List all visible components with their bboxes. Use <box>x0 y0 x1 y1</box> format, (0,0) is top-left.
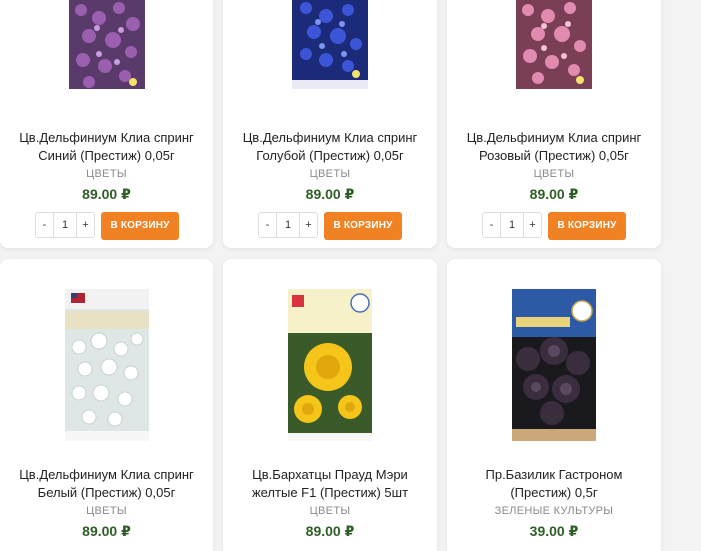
product-image[interactable] <box>292 0 368 89</box>
product-card: Цв.Дельфиниум Клиа спринг Розовый (Прест… <box>447 0 661 248</box>
product-title[interactable]: Цв.Дельфиниум Клиа спринг Голубой (Прест… <box>231 129 429 165</box>
product-title[interactable]: Цв.Дельфиниум Клиа спринг Розовый (Прест… <box>455 129 653 165</box>
product-card: Пр.Базилик Гастроном (Престиж) 0,5г ЗЕЛЕ… <box>447 259 661 551</box>
product-title[interactable]: Цв.Дельфиниум Клиа спринг Белый (Престиж… <box>8 466 205 502</box>
product-category[interactable]: ЗЕЛЕНЫЕ КУЛЬТУРЫ <box>447 505 661 517</box>
product-image[interactable] <box>68 0 145 89</box>
product-category[interactable]: ЦВЕТЫ <box>223 505 437 517</box>
product-price: 89.00 ₽ <box>305 523 355 539</box>
quantity-stepper: - 1 + <box>258 212 318 238</box>
increment-button[interactable]: + <box>77 213 94 237</box>
product-price: 89.00 ₽ <box>82 523 131 539</box>
product-price: 89.00 ₽ <box>82 186 131 202</box>
product-price: 39.00 ₽ <box>529 523 579 539</box>
product-title[interactable]: Цв.Бархатцы Прауд Мэри желтые F1 (Прести… <box>231 466 429 502</box>
add-to-cart-button[interactable]: В КОРЗИНУ <box>324 212 402 240</box>
quantity-input[interactable]: 1 <box>276 213 300 237</box>
product-image[interactable] <box>512 289 596 441</box>
product-card: Цв.Дельфиниум Клиа спринг Синий (Престиж… <box>0 0 213 248</box>
decrement-button[interactable]: - <box>36 213 53 237</box>
decrement-button[interactable]: - <box>259 213 276 237</box>
product-price: 89.00 ₽ <box>305 186 355 202</box>
quantity-stepper: - 1 + <box>482 212 542 238</box>
product-category[interactable]: ЦВЕТЫ <box>0 505 213 517</box>
add-to-cart-button[interactable]: В КОРЗИНУ <box>548 212 626 240</box>
increment-button[interactable]: + <box>300 213 317 237</box>
increment-button[interactable]: + <box>524 213 541 237</box>
add-to-cart-button[interactable]: В КОРЗИНУ <box>101 212 179 240</box>
product-price: 89.00 ₽ <box>529 186 579 202</box>
product-image[interactable] <box>516 0 592 89</box>
product-card: Цв.Бархатцы Прауд Мэри желтые F1 (Прести… <box>223 259 437 551</box>
product-image[interactable] <box>288 289 372 441</box>
quantity-input[interactable]: 1 <box>53 213 77 237</box>
product-title[interactable]: Цв.Дельфиниум Клиа спринг Синий (Престиж… <box>8 129 205 165</box>
product-category[interactable]: ЦВЕТЫ <box>0 168 213 180</box>
product-image[interactable] <box>64 289 149 441</box>
product-category[interactable]: ЦВЕТЫ <box>223 168 437 180</box>
quantity-input[interactable]: 1 <box>500 213 524 237</box>
decrement-button[interactable]: - <box>483 213 500 237</box>
product-category[interactable]: ЦВЕТЫ <box>447 168 661 180</box>
quantity-stepper: - 1 + <box>35 212 95 238</box>
product-title[interactable]: Пр.Базилик Гастроном (Престиж) 0,5г <box>455 466 653 502</box>
product-card: Цв.Дельфиниум Клиа спринг Голубой (Прест… <box>223 0 437 248</box>
product-card: Цв.Дельфиниум Клиа спринг Белый (Престиж… <box>0 259 213 551</box>
